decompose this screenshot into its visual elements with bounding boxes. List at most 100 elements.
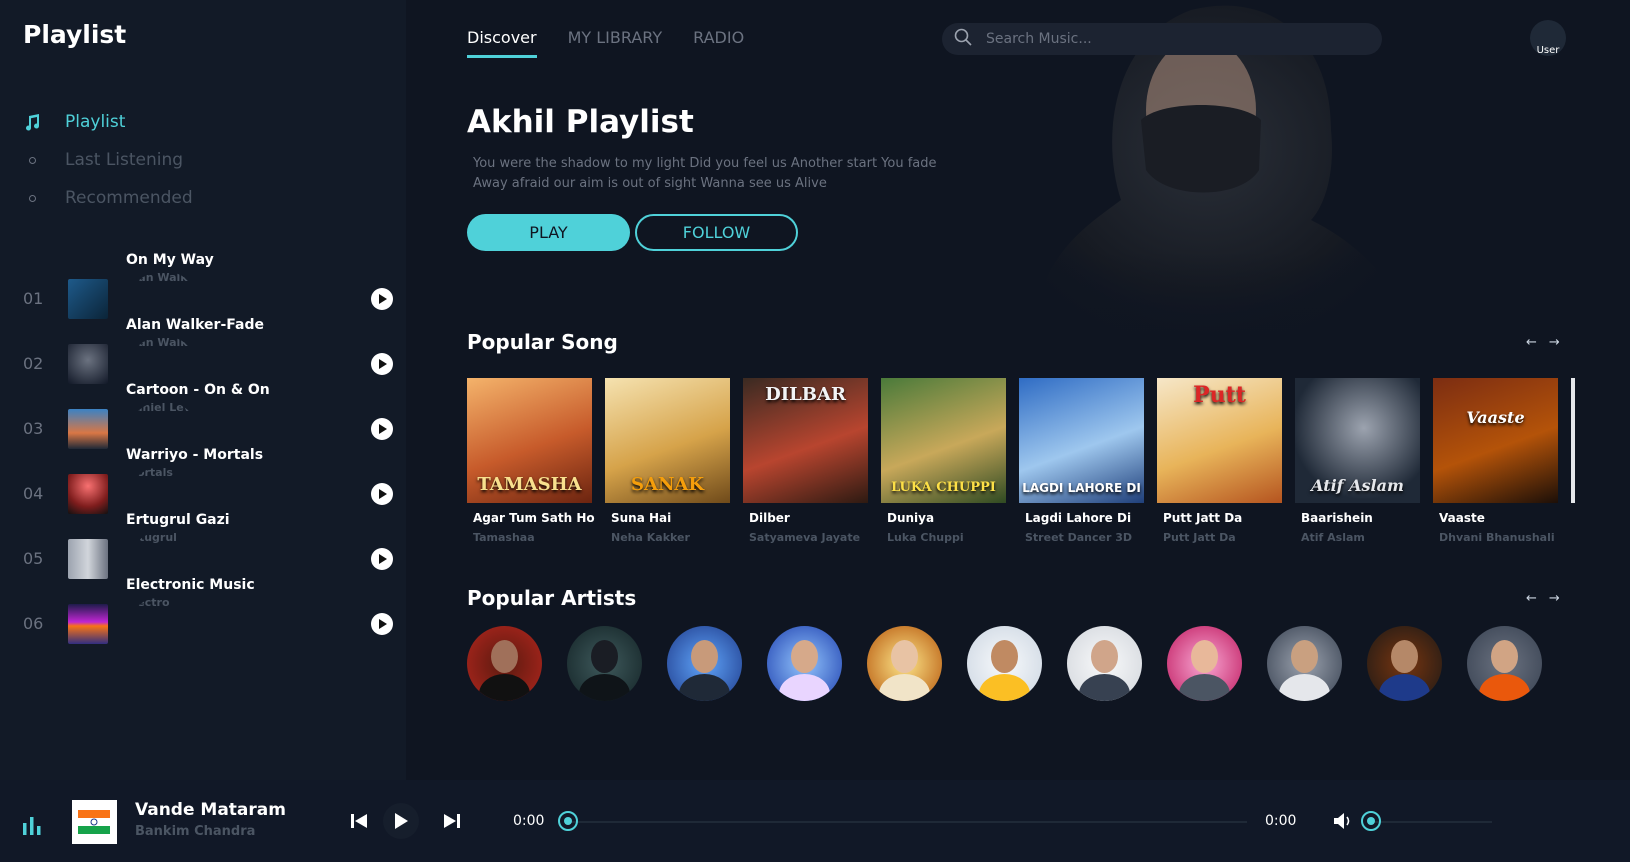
card-artist: Dhvani Bhanushali xyxy=(1439,531,1555,544)
song-card[interactable]: DILBAR Dilber Satyameva Jayate xyxy=(743,378,868,544)
card-title: Agar Tum Sath Ho xyxy=(473,511,595,525)
album-cover: Atif Aslam xyxy=(1295,378,1420,503)
card-overflow-edge xyxy=(1571,378,1575,503)
song-card[interactable]: TAMASHA Agar Tum Sath Ho Tamashaa xyxy=(467,378,595,544)
search-input[interactable] xyxy=(986,31,1366,47)
song-thumbnail xyxy=(68,408,108,449)
equalizer-icon[interactable] xyxy=(23,817,43,839)
artist-avatar[interactable] xyxy=(1167,626,1242,701)
song-card[interactable]: Vaaste Vaaste Dhvani Bhanushali xyxy=(1433,378,1558,544)
nav-item-playlist[interactable]: Playlist xyxy=(23,103,193,141)
nav-item-last-listening[interactable]: Last Listening xyxy=(23,141,193,179)
popular-artists-nav: ← → xyxy=(1526,591,1560,606)
cover-title: Atif Aslam xyxy=(1311,476,1404,495)
sidebar: Playlist Playlist Last Listening Recomme… xyxy=(0,0,406,780)
song-row[interactable]: 06 Electronic Music Electro xyxy=(23,577,393,656)
volume-icon[interactable] xyxy=(1333,808,1355,834)
artist-avatar[interactable] xyxy=(967,626,1042,701)
arrow-left-icon[interactable]: ← xyxy=(1526,335,1537,350)
play-icon[interactable] xyxy=(371,483,393,505)
play-icon[interactable] xyxy=(371,353,393,375)
now-playing-thumbnail xyxy=(72,800,117,844)
music-note-icon xyxy=(23,113,41,131)
sidebar-nav: Playlist Last Listening Recommended xyxy=(23,103,193,217)
progress-handle[interactable] xyxy=(558,811,578,831)
play-button[interactable]: PLAY xyxy=(467,214,630,251)
cover-title: SANAK xyxy=(630,474,705,495)
dot-icon xyxy=(23,156,41,164)
artist-avatar[interactable] xyxy=(767,626,842,701)
song-thumbnail xyxy=(68,343,108,384)
tab-radio[interactable]: RADIO xyxy=(693,28,744,58)
popular-songs-heading: Popular Song xyxy=(467,330,618,354)
song-number: 04 xyxy=(23,484,44,503)
album-cover: LUKA CHUPPI xyxy=(881,378,1006,503)
card-artist: Satyameva Jayate xyxy=(749,531,861,544)
cover-title: LUKA CHUPPI xyxy=(891,480,996,495)
song-card[interactable]: LAGDI LAHORE DI Lagdi Lahore Di Street D… xyxy=(1019,378,1144,544)
song-title: Alan Walker-Fade xyxy=(126,316,264,333)
play-icon[interactable] xyxy=(371,288,393,310)
avatar[interactable]: User xyxy=(1530,20,1566,56)
popular-songs-nav: ← → xyxy=(1526,335,1560,350)
skip-previous-icon[interactable] xyxy=(348,805,370,837)
song-number: 03 xyxy=(23,419,44,438)
arrow-right-icon[interactable]: → xyxy=(1549,591,1560,606)
artist-avatar[interactable] xyxy=(1267,626,1342,701)
cover-title: Putt xyxy=(1193,382,1246,408)
artist-avatar[interactable] xyxy=(467,626,542,701)
cover-title: TAMASHA xyxy=(477,474,582,495)
play-icon[interactable] xyxy=(371,418,393,440)
follow-button[interactable]: FOLLOW xyxy=(635,214,798,251)
song-thumbnail xyxy=(68,473,108,514)
top-tabs: Discover MY LIBRARY RADIO xyxy=(467,28,744,58)
skip-next-icon[interactable] xyxy=(441,805,463,837)
volume-handle[interactable] xyxy=(1361,811,1381,831)
artist-avatar[interactable] xyxy=(867,626,942,701)
artist-avatar[interactable] xyxy=(1467,626,1542,701)
arrow-right-icon[interactable]: → xyxy=(1549,335,1560,350)
song-card[interactable]: SANAK Suna Hai Neha Kakker xyxy=(605,378,730,544)
song-card[interactable]: Atif Aslam Baarishein Atif Aslam xyxy=(1295,378,1420,544)
card-title: Lagdi Lahore Di xyxy=(1025,511,1132,525)
play-pause-button[interactable] xyxy=(383,803,419,839)
cover-title: Vaaste xyxy=(1466,408,1525,427)
card-title: Suna Hai xyxy=(611,511,672,525)
song-card[interactable]: LUKA CHUPPI Duniya Luka Chuppi xyxy=(881,378,1006,544)
now-playing-title: Vande Mataram xyxy=(135,800,286,820)
dot-icon xyxy=(23,194,41,202)
now-playing-artist: Bankim Chandra xyxy=(135,824,256,839)
song-number: 05 xyxy=(23,549,44,568)
song-thumbnail xyxy=(68,278,108,319)
artist-avatar[interactable] xyxy=(1367,626,1442,701)
nav-item-recommended[interactable]: Recommended xyxy=(23,179,193,217)
cover-title: LAGDI LAHORE DI xyxy=(1022,481,1141,495)
artist-avatar[interactable] xyxy=(567,626,642,701)
song-artist: Electro xyxy=(126,595,170,609)
volume-track[interactable] xyxy=(1370,821,1492,823)
card-title: Dilber xyxy=(749,511,790,525)
song-card[interactable]: Putt Putt Jatt Da Putt Jatt Da xyxy=(1157,378,1282,544)
app-title: Playlist xyxy=(23,20,127,49)
playlist-description: You were the shadow to my light Did you … xyxy=(473,156,937,191)
tab-my-library[interactable]: MY LIBRARY xyxy=(568,28,663,58)
song-number: 02 xyxy=(23,354,44,373)
tab-discover[interactable]: Discover xyxy=(467,28,537,58)
artist-avatar[interactable] xyxy=(667,626,742,701)
progress-track[interactable] xyxy=(567,821,1247,823)
song-title: On My Way xyxy=(126,251,214,268)
current-time: 0:00 xyxy=(513,813,545,829)
popular-artists-heading: Popular Artists xyxy=(467,586,637,610)
play-icon[interactable] xyxy=(371,613,393,635)
card-artist: Atif Aslam xyxy=(1301,531,1365,544)
search-icon xyxy=(954,28,972,50)
album-cover: Vaaste xyxy=(1433,378,1558,503)
song-title: Ertugrul Gazi xyxy=(126,511,230,528)
album-cover: LAGDI LAHORE DI xyxy=(1019,378,1144,503)
song-title: Cartoon - On & On xyxy=(126,381,270,398)
page-title: Akhil Playlist xyxy=(467,104,694,140)
artist-avatar[interactable] xyxy=(1067,626,1142,701)
card-artist: Putt Jatt Da xyxy=(1163,531,1236,544)
play-icon[interactable] xyxy=(371,548,393,570)
arrow-left-icon[interactable]: ← xyxy=(1526,591,1537,606)
